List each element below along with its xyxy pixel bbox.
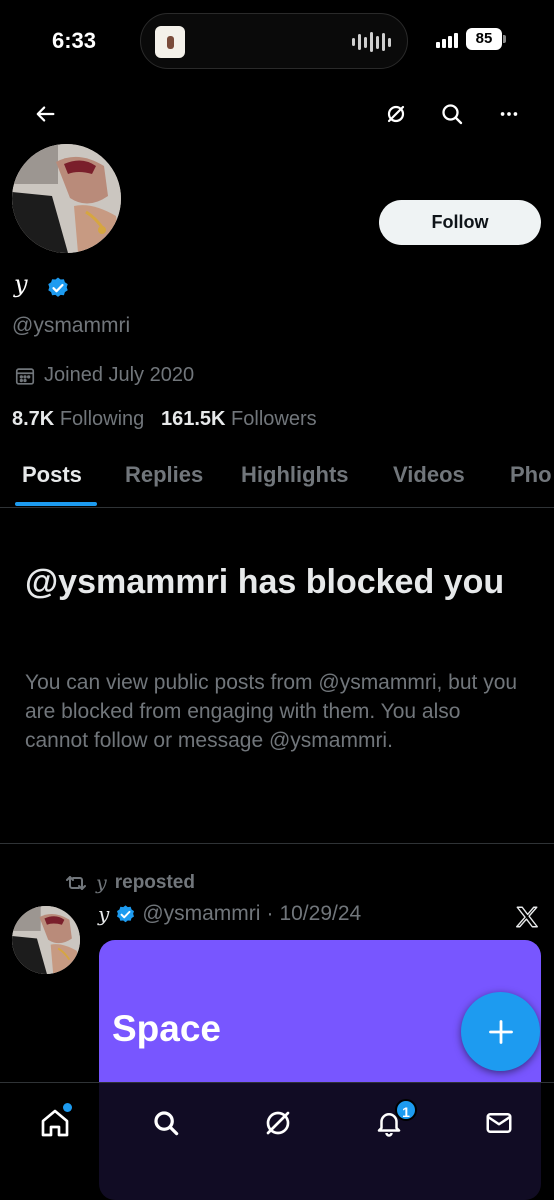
more-icon <box>500 112 518 116</box>
grok-button[interactable] <box>374 92 418 136</box>
profile-stats: 8.7K Following 161.5K Followers <box>12 408 317 431</box>
post-separator: · <box>266 902 274 925</box>
nav-home[interactable] <box>29 1097 81 1149</box>
followers-label: Followers <box>231 408 317 430</box>
repost-icon <box>66 876 86 890</box>
cellular-signal-icon <box>436 33 458 48</box>
post-author-name[interactable]: y <box>98 902 109 926</box>
followers-count: 161.5K <box>160 408 226 430</box>
grok-icon <box>266 1111 290 1135</box>
back-arrow-icon <box>36 106 55 122</box>
nav-notifications[interactable]: 1 <box>363 1097 417 1149</box>
nav-explore[interactable] <box>140 1097 192 1149</box>
follow-button[interactable]: Follow <box>379 200 541 245</box>
nav-messages[interactable] <box>473 1097 525 1149</box>
post-author-handle[interactable]: @ysmammri <box>142 902 260 926</box>
tab-highlights[interactable]: Highlights <box>241 462 349 488</box>
bottom-nav: 1 <box>0 1082 554 1200</box>
plus-icon <box>488 1019 513 1044</box>
repost-text: reposted <box>114 872 195 893</box>
space-card-label: Space <box>112 1008 222 1049</box>
active-tab-indicator <box>15 502 97 506</box>
following-count: 8.7K <box>12 408 55 430</box>
x-logo-icon <box>516 906 538 928</box>
status-bar: 6:33 85 <box>0 0 554 84</box>
profile-display-name: y <box>14 270 28 298</box>
search-icon <box>442 104 463 125</box>
profile-avatar[interactable] <box>12 144 121 253</box>
battery-indicator: 85 <box>466 28 506 50</box>
divider <box>0 843 554 844</box>
post-header: y @ysmammri · 10/29/24 <box>98 902 361 926</box>
audio-waveform-icon <box>352 32 391 52</box>
verified-badge-icon <box>48 277 68 297</box>
back-button[interactable] <box>24 92 68 136</box>
following-link[interactable]: 8.7K Following <box>12 408 144 430</box>
status-time: 6:33 <box>52 28 97 53</box>
envelope-icon <box>486 1113 512 1133</box>
more-button[interactable] <box>487 92 531 136</box>
post-date: 10/29/24 <box>279 902 362 925</box>
dynamic-island[interactable] <box>140 13 408 69</box>
profile-handle: @ysmammri <box>12 314 131 337</box>
repost-name[interactable]: y <box>96 872 107 894</box>
followers-link[interactable]: 161.5K Followers <box>161 408 317 430</box>
blocked-title: @ysmammri has blocked you <box>25 563 505 601</box>
calendar-icon <box>15 367 35 385</box>
joined-date: Joined July 2020 <box>14 364 194 387</box>
compose-button[interactable] <box>461 992 540 1071</box>
blocked-message: You can view public posts from @ysmammri… <box>25 671 518 752</box>
search-icon <box>154 1111 179 1136</box>
grok-icon <box>387 105 405 123</box>
verified-badge-icon <box>117 904 135 922</box>
joined-text: Joined July 2020 <box>44 364 195 386</box>
following-label: Following <box>59 408 145 430</box>
profile-tabs: Posts Replies Highlights Videos Pho <box>0 452 554 508</box>
new-posts-dot <box>63 1103 72 1112</box>
tab-photos[interactable]: Pho <box>510 462 552 488</box>
nav-grok[interactable] <box>252 1097 304 1149</box>
tab-videos[interactable]: Videos <box>393 462 465 488</box>
tab-posts[interactable]: Posts <box>22 462 82 488</box>
post-author-avatar[interactable] <box>12 906 80 974</box>
repost-indicator: y reposted <box>64 872 195 894</box>
tab-replies[interactable]: Replies <box>125 462 203 488</box>
search-button[interactable] <box>430 92 474 136</box>
notification-badge: 1 <box>395 1099 417 1121</box>
now-playing-thumbnail <box>155 26 185 58</box>
